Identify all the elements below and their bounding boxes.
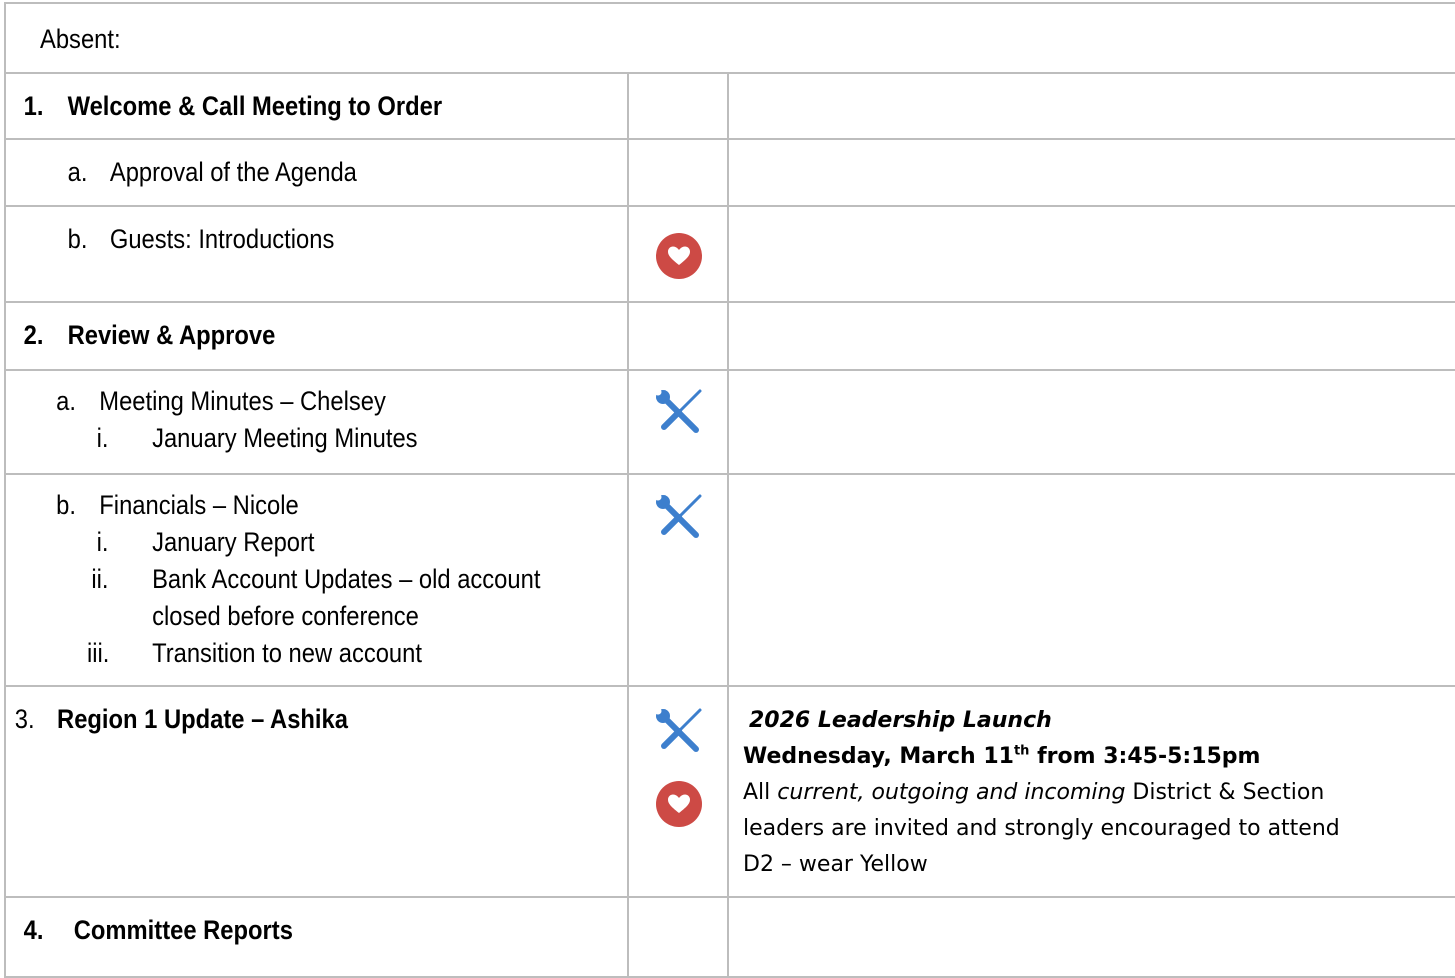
notes-date-text: Wednesday, March 11 — [743, 744, 1014, 769]
icon-cell — [627, 473, 729, 687]
item-label: Guests: Introductions — [109, 224, 335, 254]
region-notes: 2026 Leadership Launch Wednesday, March … — [729, 687, 1455, 883]
sub-item-numeral: i. — [96, 423, 109, 453]
absent-row: Absent: — [3, 2, 1455, 74]
notes-cell — [726, 72, 1455, 140]
icon-cell — [627, 205, 729, 303]
agenda-item-cell: a. Meeting Minutes – Chelsey i. January … — [4, 369, 629, 475]
icon-cell — [627, 301, 729, 371]
wrench-screwdriver-icon — [654, 493, 704, 543]
notes-cell — [726, 205, 1455, 303]
agenda-row-financials: b. Financials – Nicole i. January Report… — [4, 473, 1455, 687]
item-number: 1. — [23, 91, 44, 121]
item-label: Meeting Minutes – Chelsey — [99, 386, 386, 416]
agenda-item-review: 2. Review & Approve — [6, 317, 552, 354]
icon-cell — [627, 685, 729, 898]
sub-item-numeral: i. — [96, 527, 109, 557]
item-label: Approval of the Agenda — [109, 157, 357, 187]
item-letter: a. — [67, 157, 88, 187]
agenda-row-region: 3. Region 1 Update – Ashika 2026 Leaders… — [4, 685, 1455, 898]
agenda-item-region: 3. Region 1 Update – Ashika — [6, 701, 552, 738]
icon-cell — [627, 369, 729, 475]
agenda-row-committee: 4. Committee Reports — [4, 896, 1455, 978]
sub-item-label: Transition to new account — [152, 638, 422, 668]
icon-cell — [627, 72, 729, 140]
item-label: Committee Reports — [73, 915, 293, 945]
agenda-item-cell: 2. Review & Approve — [4, 301, 629, 371]
absent-label: Absent: — [40, 24, 121, 54]
agenda-item-committee: 4. Committee Reports — [6, 912, 552, 949]
sub-item-label: closed before conference — [152, 601, 419, 631]
agenda-page: Absent: 1. Welcome & Call Meeting to Ord… — [0, 0, 1455, 978]
icon-cell — [627, 138, 729, 207]
sub-item: i. January Report — [6, 524, 552, 561]
notes-text: All — [743, 780, 778, 805]
agenda-item-welcome: 1. Welcome & Call Meeting to Order — [6, 88, 552, 125]
agenda-item-cell: a. Approval of the Agenda — [4, 138, 629, 207]
agenda-item-cell: b. Financials – Nicole i. January Report… — [4, 473, 629, 687]
agenda-row-welcome: 1. Welcome & Call Meeting to Order — [4, 72, 1455, 140]
agenda-row-guests: b. Guests: Introductions — [4, 205, 1455, 303]
item-label: Review & Approve — [67, 320, 276, 350]
sub-item-numeral: ii. — [91, 564, 109, 594]
notes-cell — [726, 896, 1455, 978]
item-number: 3. — [14, 704, 35, 734]
absent-cell: Absent: — [3, 2, 1455, 74]
sub-item-continuation: closed before conference — [6, 598, 552, 635]
agenda-row-review: 2. Review & Approve — [4, 301, 1455, 371]
notes-date: Wednesday, March 11th from 3:45-5:15pm — [743, 739, 1455, 775]
notes-line: All current, outgoing and incoming Distr… — [743, 775, 1455, 811]
heart-icon — [656, 233, 702, 279]
item-number: 2. — [23, 320, 44, 350]
agenda-table: Absent: 1. Welcome & Call Meeting to Ord… — [3, 2, 1455, 978]
wrench-screwdriver-icon — [654, 388, 704, 438]
agenda-item-financials: b. Financials – Nicole — [6, 487, 552, 524]
item-letter: b. — [67, 224, 88, 254]
sub-item: ii. Bank Account Updates – old account — [6, 561, 552, 598]
icon-cell — [627, 896, 729, 978]
sub-item-label: January Report — [152, 527, 315, 557]
sub-item-numeral: iii. — [86, 638, 110, 668]
sub-item-label: January Meeting Minutes — [152, 423, 418, 453]
notes-emphasis: current, outgoing and incoming — [777, 780, 1126, 805]
agenda-item-cell: b. Guests: Introductions — [4, 205, 629, 303]
notes-text: District & Section — [1125, 780, 1325, 805]
agenda-row-approval: a. Approval of the Agenda — [4, 138, 1455, 207]
item-number: 4. — [23, 915, 44, 945]
agenda-item-cell: 1. Welcome & Call Meeting to Order — [4, 72, 629, 140]
notes-title: 2026 Leadership Launch — [749, 708, 1052, 733]
item-label: Region 1 Update – Ashika — [57, 704, 348, 734]
notes-time-text: from 3:45-5:15pm — [1029, 744, 1261, 769]
notes-cell — [726, 473, 1455, 687]
notes-cell — [726, 301, 1455, 371]
agenda-item-guests: b. Guests: Introductions — [6, 221, 552, 258]
wrench-screwdriver-icon — [654, 707, 704, 757]
agenda-item-minutes: a. Meeting Minutes – Chelsey — [6, 383, 552, 420]
sub-item: iii. Transition to new account — [6, 635, 552, 672]
item-letter: b. — [56, 490, 76, 520]
item-label: Welcome & Call Meeting to Order — [67, 91, 443, 121]
heart-icon — [656, 781, 702, 827]
agenda-row-minutes: a. Meeting Minutes – Chelsey i. January … — [4, 369, 1455, 475]
item-letter: a. — [56, 386, 76, 416]
agenda-item-approval: a. Approval of the Agenda — [6, 154, 552, 191]
sub-item-label: Bank Account Updates – old account — [152, 564, 541, 594]
item-label: Financials – Nicole — [99, 490, 299, 520]
sub-item: i. January Meeting Minutes — [6, 420, 552, 457]
notes-cell: 2026 Leadership Launch Wednesday, March … — [726, 685, 1455, 898]
notes-cell — [726, 369, 1455, 475]
agenda-item-cell: 3. Region 1 Update – Ashika — [4, 685, 629, 898]
notes-cell — [726, 138, 1455, 207]
notes-line: D2 – wear Yellow — [743, 852, 928, 877]
notes-line: leaders are invited and strongly encoura… — [743, 816, 1340, 841]
agenda-item-cell: 4. Committee Reports — [4, 896, 629, 978]
notes-date-suffix: th — [1013, 743, 1030, 759]
